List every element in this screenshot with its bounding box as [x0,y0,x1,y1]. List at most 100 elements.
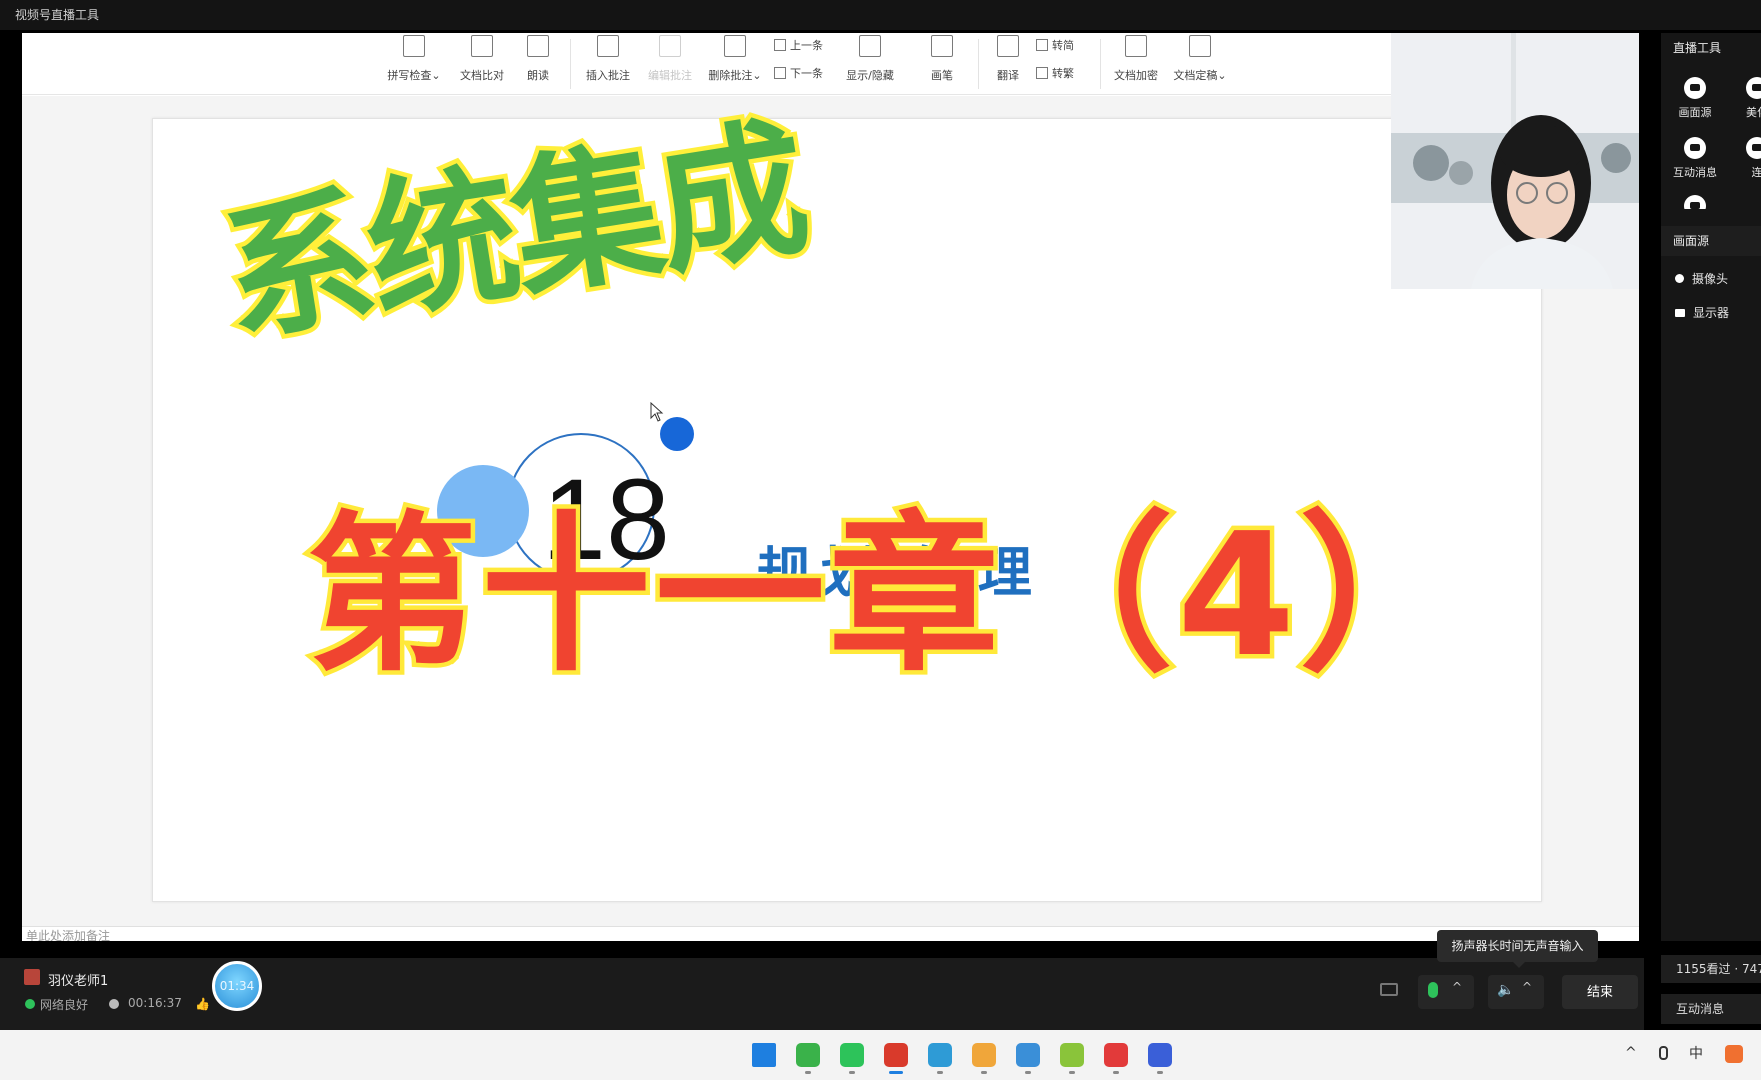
elapsed-time: 00:16:37 [128,996,182,1010]
window-title: 视频号直播工具 [0,0,1761,30]
mouse-cursor-icon [650,402,664,422]
spellcheck-icon [403,35,425,57]
insert-comment-button[interactable]: 插入批注 [580,33,636,95]
review-ribbon: 拼写检查⌄ 文档比对 朗读 插入批注 编辑批注 删除批注⌄ 上一条 下一条 显示… [22,33,1392,95]
windows-start-icon[interactable] [752,1043,776,1067]
monitor-icon [1675,309,1685,317]
encrypt-icon [1125,35,1147,57]
next-comment-button[interactable]: 下一条 [774,65,823,83]
live-tools-header: 直播工具 [1661,33,1761,63]
wps-icon[interactable] [884,1043,908,1067]
source-camera[interactable]: 摄像头 [1675,270,1728,287]
taskbar-running-indicator [849,1071,855,1074]
beautify-icon [1746,77,1761,99]
end-live-button[interactable]: 结束 [1562,975,1638,1009]
speaker-menu-caret[interactable]: ^ [1522,980,1532,994]
video-app-icon[interactable] [1104,1043,1128,1067]
prev-comment-icon [774,39,786,51]
read-aloud-icon [527,35,549,57]
timer-bubble[interactable]: 01:34 [212,961,262,1011]
encrypt-button[interactable]: 文档加密 [1108,33,1164,95]
microphone-icon[interactable] [1428,982,1438,998]
taskbar-running-indicator [889,1071,903,1074]
windows-taskbar [0,1030,1761,1080]
show-hide-icon [859,35,881,57]
delete-comment-button[interactable]: 删除批注⌄ [704,33,766,95]
image-app-icon[interactable] [1016,1043,1040,1067]
tooltip-arrow [1512,961,1526,968]
source-monitor[interactable]: 显示器 [1675,304,1729,321]
finalize-icon [1189,35,1211,57]
network-status-icon [25,999,35,1009]
speaker-tooltip: 扬声器长时间无声音输入 [1437,930,1598,962]
finalize-button[interactable]: 文档定稿⌄ [1168,33,1232,95]
compare-button[interactable]: 文档比对 [454,33,510,95]
to-traditional-button[interactable]: 转繁 [1036,65,1074,83]
delete-comment-icon [724,35,746,57]
ribbon-divider [978,39,979,89]
pen-icon [931,35,953,57]
interaction-tab[interactable]: 互动消息 [1661,994,1761,1024]
taskbar-running-indicator [981,1071,987,1074]
beautify-button[interactable]: 美化 [1727,77,1761,120]
translate-icon [997,35,1019,57]
wechat-icon[interactable] [840,1043,864,1067]
screen-capture-icon[interactable] [928,1043,952,1067]
taskbar-running-indicator [1025,1071,1031,1074]
to-traditional-icon [1036,67,1048,79]
screen-source-button[interactable]: 画面源 [1665,77,1725,120]
microphone-control[interactable] [1418,975,1474,1009]
live-tools-panel: 直播工具 画面源 美化 互动消息 连 画面源 摄像头 显示器 [1661,33,1761,941]
insert-comment-icon [597,35,619,57]
taskbar-running-indicator [1157,1071,1163,1074]
next-comment-icon [774,67,786,79]
pen-button[interactable]: 画笔 [922,33,962,95]
tray-microphone-icon[interactable] [1659,1046,1668,1060]
screen-source-icon [1684,77,1706,99]
prev-comment-button[interactable]: 上一条 [774,37,823,55]
more-tool-button[interactable] [1665,195,1725,209]
network-status: 网络良好 [40,998,89,1012]
blue-dot [660,417,694,451]
host-name: 羽仪老师1 [48,974,109,989]
camera-icon [1675,274,1684,283]
read-aloud-button[interactable]: 朗读 [518,33,558,95]
chat-icon [1684,137,1706,159]
butterfly-app-icon[interactable] [972,1043,996,1067]
favorite-icon [1684,195,1706,209]
ribbon-divider [570,39,571,89]
viewer-count: 1155看过 · 747 [1661,955,1761,983]
heart-app-icon[interactable] [1148,1043,1172,1067]
compare-icon [471,35,493,57]
taskbar-running-indicator [1113,1071,1119,1074]
presenter-video [1391,33,1639,289]
speaker-icon[interactable]: 🔈 [1497,982,1514,998]
slide-chapter: 第十一章（4） [302,497,1474,695]
edit-comment-button[interactable]: 编辑批注 [642,33,698,95]
input-method-icon[interactable]: 中 [1689,1043,1703,1063]
tray-overflow-icon[interactable]: ^ [1625,1045,1637,1061]
source-header: 画面源 [1661,226,1761,256]
browser-icon[interactable] [796,1043,820,1067]
notes-field[interactable]: 单此处添加备注 [22,926,1639,941]
avatar [24,969,40,985]
to-simplified-button[interactable]: 转简 [1036,37,1074,55]
connect-button[interactable]: 连 [1727,137,1761,180]
tray-app-icon[interactable] [1725,1045,1743,1063]
edit-comment-icon [659,35,681,57]
taskbar-running-indicator [937,1071,943,1074]
chat-button[interactable]: 互动消息 [1665,137,1725,180]
taskbar-running-indicator [805,1071,811,1074]
translate-button[interactable]: 翻译 [988,33,1028,95]
ribbon-divider [1100,39,1101,89]
taskbar-running-indicator [1069,1071,1075,1074]
to-simplified-icon [1036,39,1048,51]
connect-icon [1746,137,1761,159]
camera-toggle-icon[interactable] [1380,983,1398,996]
spellcheck-button[interactable]: 拼写检查⌄ [382,33,446,95]
microphone-menu-caret[interactable]: ^ [1452,980,1462,994]
player-app-icon[interactable] [1060,1043,1084,1067]
show-hide-button[interactable]: 显示/隐藏 [840,33,900,95]
webcam-feed [1391,33,1639,289]
like-icon: 👍 [195,997,210,1011]
